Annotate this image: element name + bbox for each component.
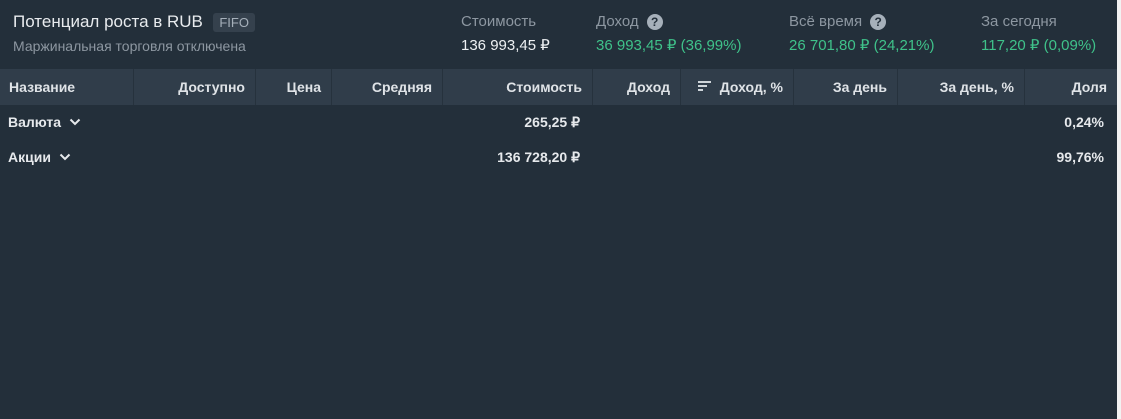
row-group-toggle[interactable]: Акции [8, 140, 71, 174]
scrollbar[interactable] [1117, 0, 1121, 419]
column-header-price[interactable]: Цена [256, 69, 332, 105]
portfolio-title-block: Потенциал роста в RUB FIFO Маржинальная … [13, 12, 255, 54]
metric-cost-label: Стоимость [461, 13, 537, 30]
column-header-share[interactable]: Доля [1025, 69, 1117, 105]
column-header-income-percent[interactable]: Доход, % [681, 69, 794, 105]
metric-all-time-label: Всё время [789, 13, 863, 30]
help-icon[interactable]: ? [646, 13, 663, 30]
metric-income-value: 36 993,45 ₽ (36,99%) [596, 37, 742, 54]
metric-cost-value: 136 993,45 ₽ [461, 37, 550, 54]
metric-today-label: За сегодня [981, 13, 1057, 30]
metric-all-time-label-row: Всё время ? [789, 13, 934, 30]
column-header-income-percent-label: Доход, % [719, 79, 783, 95]
metric-all-time-value: 26 701,80 ₽ (24,21%) [789, 37, 935, 54]
row-cost: 136 728,20 ₽ [497, 149, 580, 165]
chevron-down-icon [69, 119, 81, 126]
table-header: Название Доступно Цена Средняя Стоимость… [0, 69, 1117, 105]
row-share: 0,24% [1064, 114, 1104, 130]
column-header-average[interactable]: Средняя [332, 69, 443, 105]
column-header-cost[interactable]: Стоимость [443, 69, 593, 105]
metric-cost: Стоимость 136 993,45 ₽ [461, 13, 550, 54]
metric-today-value: 117,20 ₽ (0,09%) [981, 37, 1097, 54]
fifo-badge[interactable]: FIFO [213, 12, 255, 32]
table-row[interactable]: Валюта 265,25 ₽ 0,24% [0, 105, 1117, 139]
metric-income: Доход ? 36 993,45 ₽ (36,99%) [596, 13, 741, 54]
portfolio-header: Потенциал роста в RUB FIFO Маржинальная … [0, 0, 1117, 69]
metric-all-time: Всё время ? 26 701,80 ₽ (24,21%) [789, 13, 934, 54]
help-icon[interactable]: ? [870, 13, 887, 30]
row-name: Акции [8, 149, 51, 165]
margin-status: Маржинальная торговля отключена [13, 38, 246, 54]
sort-icon [697, 80, 712, 92]
portfolio-title: Потенциал роста в RUB [13, 12, 203, 31]
row-group-toggle[interactable]: Валюта [8, 105, 81, 139]
column-header-income[interactable]: Доход [593, 69, 681, 105]
table-row[interactable]: Акции 136 728,20 ₽ 99,76% [0, 140, 1117, 174]
metric-today: За сегодня 117,20 ₽ (0,09%) [981, 13, 1096, 54]
column-header-day-percent[interactable]: За день, % [898, 69, 1025, 105]
metric-income-label: Доход [596, 13, 639, 30]
column-header-day[interactable]: За день [794, 69, 898, 105]
column-header-available[interactable]: Доступно [134, 69, 256, 105]
row-cost: 265,25 ₽ [524, 114, 580, 130]
column-header-name[interactable]: Название [0, 69, 134, 105]
chevron-down-icon [59, 154, 71, 161]
row-share: 99,76% [1056, 149, 1104, 165]
row-name: Валюта [8, 114, 62, 130]
metric-income-label-row: Доход ? [596, 13, 741, 30]
